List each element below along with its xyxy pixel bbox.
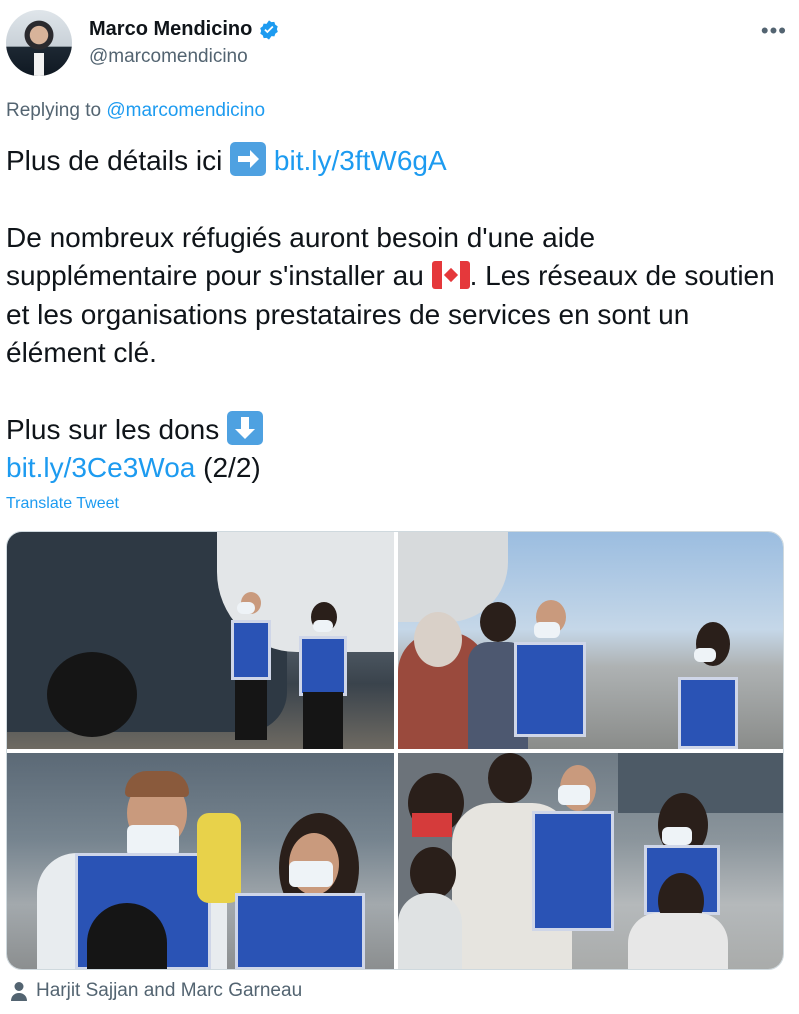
tagged-text: Harjit Sajjan and Marc Garneau	[36, 980, 303, 1001]
details-link[interactable]: bit.ly/3ftW6gA	[274, 145, 447, 176]
replying-to-prefix: Replying to	[6, 100, 102, 121]
tweet-text: Plus de détails ici bit.ly/3ftW6gA De no…	[6, 142, 793, 488]
photo-3[interactable]	[7, 753, 394, 969]
donations-link[interactable]: bit.ly/3Ce3Woa	[6, 452, 195, 483]
author-name[interactable]: Marco Mendicino	[89, 18, 252, 41]
avatar-collar	[34, 53, 44, 76]
tagged-people[interactable]: Harjit Sajjan and Marc Garneau	[10, 980, 302, 1002]
person-icon	[11, 982, 27, 1001]
tweet-header: Marco Mendicino @marcomendicino •••	[6, 8, 793, 78]
tweet-line-3: Plus sur les dons	[6, 410, 793, 450]
right-arrow-icon	[230, 142, 267, 176]
photo-1[interactable]	[7, 532, 394, 749]
more-icon[interactable]: •••	[761, 18, 787, 44]
media-grid	[6, 531, 784, 970]
reply-mention-link[interactable]: @marcomendicino	[106, 100, 265, 121]
line1-text: Plus de détails ici	[6, 145, 223, 176]
author-handle[interactable]: @marcomendicino	[89, 46, 248, 68]
line3-text: Plus sur les dons	[6, 413, 220, 445]
author-name-row: Marco Mendicino	[89, 18, 280, 41]
down-arrow-icon	[227, 410, 263, 445]
tweet-line-4: bit.ly/3Ce3Woa (2/2)	[6, 449, 793, 488]
translate-tweet-link[interactable]: Translate Tweet	[6, 495, 119, 513]
thread-count: (2/2)	[203, 452, 261, 483]
photo-2[interactable]	[398, 532, 783, 749]
verified-badge-icon	[260, 19, 279, 40]
tweet-line-1: Plus de détails ici bit.ly/3ftW6gA	[6, 142, 793, 181]
tweet-paragraph-2: De nombreux réfugiés auront besoin d'une…	[6, 219, 793, 373]
canada-flag-icon	[431, 261, 470, 289]
avatar[interactable]	[6, 10, 72, 76]
photo-4[interactable]	[398, 753, 783, 969]
replying-to: Replying to @marcomendicino	[6, 100, 265, 122]
